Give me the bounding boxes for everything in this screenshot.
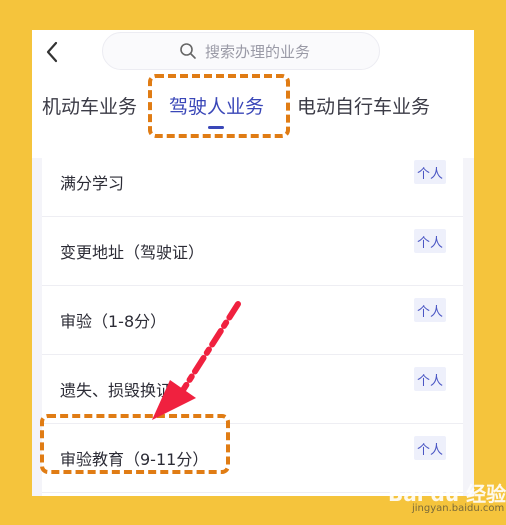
list-item-label: 满分学习 [60,174,125,193]
personal-badge: 个人 [414,160,446,184]
list-item-lost-replacement[interactable]: 遗失、损毁换证 个人 [42,355,463,424]
list-item-label: 审验教育（9-11分） [60,450,209,469]
chevron-left-icon [46,41,58,63]
personal-badge: 个人 [414,436,446,460]
list-item-label: 遗失、损毁换证 [60,381,173,400]
personal-badge: 个人 [414,367,446,391]
tab-driver[interactable]: 驾驶人业务 [169,92,264,119]
watermark-url: jingyan.baidu.com [412,503,505,514]
personal-badge: 个人 [414,229,446,253]
list-item-full-score-study[interactable]: 满分学习 个人 [42,148,463,217]
personal-badge: 个人 [414,298,446,322]
list-item-label: 审验（1-8分） [60,312,167,331]
active-tab-indicator [208,126,224,129]
back-button[interactable] [40,38,64,66]
search-input[interactable]: 搜索办理的业务 [102,32,380,70]
tab-ebike[interactable]: 电动自行车业务 [297,92,430,119]
service-list: 满分学习 个人 变更地址（驾驶证） 个人 审验（1-8分） 个人 遗失、损毁换证… [42,148,463,496]
search-placeholder: 搜索办理的业务 [205,42,311,61]
search-icon [180,43,196,59]
header: 搜索办理的业务 机动车业务 驾驶人业务 电动自行车业务 [32,30,474,158]
tab-vehicle[interactable]: 机动车业务 [42,92,137,119]
list-item-label: 变更地址（驾驶证） [60,243,205,262]
phone-screen: 搜索办理的业务 机动车业务 驾驶人业务 电动自行车业务 满分学习 个人 变更地址… [32,30,474,496]
list-item-change-address[interactable]: 变更地址（驾驶证） 个人 [42,217,463,286]
list-item-review-1-8[interactable]: 审验（1-8分） 个人 [42,286,463,355]
